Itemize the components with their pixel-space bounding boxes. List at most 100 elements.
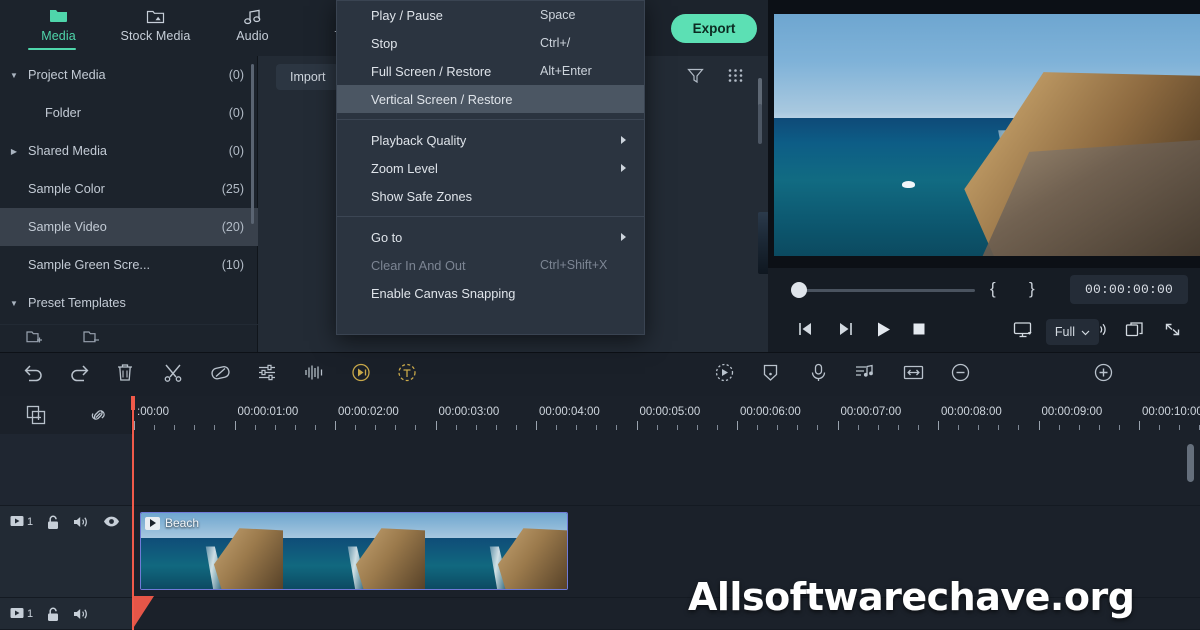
ruler-minor-tick [495,425,497,430]
track-body[interactable] [132,434,1200,505]
undo-button[interactable] [23,363,44,382]
speaker-icon[interactable] [73,607,90,621]
menu-item-enable-canvas-snapping[interactable]: Enable Canvas Snapping [337,279,644,307]
ruler-minor-tick [375,425,377,430]
audio-ai-button[interactable] [351,363,371,382]
menu-item-zoom-level[interactable]: Zoom Level [337,154,644,182]
mark-out-button[interactable]: } [1029,279,1035,299]
ruler-label: :00:00 [137,406,169,418]
sidebar-item-sample-green-screen[interactable]: Sample Green Scre... (10) [0,246,258,284]
prev-frame-button[interactable] [796,321,815,337]
sidebar-item-sample-video[interactable]: Sample Video (20) [0,208,258,246]
menu-item-playback-quality[interactable]: Playback Quality [337,126,644,154]
video-track-icon[interactable]: 1 [10,607,33,620]
play-button[interactable] [875,321,892,338]
color-adjust-button[interactable] [257,363,277,382]
sidebar-item-project-media[interactable]: ▼ Project Media (0) [0,56,258,94]
ruler-minor-tick [475,425,477,430]
timeline-vertical-scrollbar[interactable] [1187,444,1194,482]
filter-icon[interactable] [687,67,704,89]
ruler-minor-tick [214,425,216,430]
menu-item-show-safe-zones[interactable]: Show Safe Zones [337,182,644,210]
empty-track[interactable] [0,434,1200,506]
fit-timeline-button[interactable] [903,363,924,382]
ruler-major-tick [234,421,236,430]
unlock-icon[interactable] [46,607,60,622]
menu-item-label: Zoom Level [371,160,438,176]
add-track-icon[interactable] [26,405,47,430]
ruler-minor-tick [817,425,819,430]
mark-in-button[interactable]: { [990,279,996,299]
ruler-minor-tick [676,425,678,430]
sidebar-item-preset-templates[interactable]: ▼ Preset Templates [0,284,258,322]
split-button[interactable] [163,363,183,382]
text-ai-button[interactable] [397,363,417,382]
ruler-minor-tick [696,425,698,430]
menu-item-full-screen-restore[interactable]: Full Screen / Restore Alt+Enter [337,57,644,85]
voiceover-button[interactable] [810,363,827,382]
export-button[interactable]: Export [670,13,758,43]
audio-waveform-button[interactable] [304,363,324,382]
eye-icon[interactable] [103,515,120,528]
ruler-minor-tick [716,425,718,430]
display-settings-button[interactable] [1013,321,1034,339]
delete-button[interactable] [116,363,134,382]
mask-button[interactable] [210,363,231,382]
auto-beat-sync-button[interactable] [854,363,875,382]
zoom-in-button[interactable] [1093,363,1114,382]
ruler-minor-tick [395,425,397,430]
ruler-minor-tick [556,425,558,430]
marker-button[interactable] [762,363,779,382]
link-icon[interactable] [88,405,109,430]
menu-item-label: Playback Quality [371,132,467,148]
menu-item-stop[interactable]: Stop Ctrl+/ [337,29,644,57]
preview-timecode[interactable]: 00:00:00:00 [1070,275,1188,304]
fullscreen-button[interactable] [1163,321,1182,338]
sidebar-item-count: (20) [221,220,244,234]
sidebar-item-folder[interactable]: Folder (0) [0,94,258,132]
seek-handle[interactable] [791,282,807,298]
grid-view-icon[interactable] [727,67,744,89]
stop-button[interactable] [911,321,927,337]
tab-media-label: Media [41,29,76,43]
playhead[interactable] [131,396,135,630]
menu-item-clear-in-and-out: Clear In And Out Ctrl+Shift+X [337,251,644,279]
timeline-ruler[interactable]: :00:00 00:00:01:00 00:00:02:00 00:00:03:00 0… [132,396,1200,434]
redo-button[interactable] [69,363,90,382]
new-folder-icon[interactable] [26,329,43,349]
ruler-minor-tick [455,425,457,430]
sidebar-item-label: Project Media [28,68,106,82]
zoom-out-button[interactable] [950,363,971,382]
remove-folder-icon[interactable] [83,329,100,349]
ruler-major-tick [938,421,939,430]
timeline-clip-beach[interactable]: Beach [140,512,568,590]
sidebar-item-sample-color[interactable]: Sample Color (25) [0,170,258,208]
ruler-minor-tick [174,425,176,430]
menu-item-play-pause[interactable]: Play / Pause Space [337,1,644,29]
import-button[interactable]: Import [276,64,340,90]
menu-item-vertical-screen-restore[interactable]: Vertical Screen / Restore [337,85,644,113]
seek-track[interactable] [798,289,975,292]
track-header [0,434,132,505]
pop-out-button[interactable] [1125,321,1144,338]
render-preview-button[interactable] [714,363,735,382]
tab-audio[interactable]: Audio [204,0,301,56]
clip-label-group: Beach [145,516,199,530]
video-track-icon[interactable]: 1 [10,515,33,528]
menu-item-go-to[interactable]: Go to [337,223,644,251]
tab-stock-media[interactable]: Stock Media [107,0,204,56]
playback-quality-select[interactable]: Full [1046,319,1099,345]
timeline-header-tools [0,396,132,434]
chevron-right-icon [621,164,626,172]
ruler-minor-tick [656,425,658,430]
sidebar-scrollbar[interactable] [251,64,254,224]
ruler-major-tick [435,421,437,430]
speaker-icon[interactable] [73,515,90,529]
tab-media[interactable]: Media [10,0,107,56]
preview-side-scrollbar[interactable] [758,104,762,144]
sidebar-item-shared-media[interactable]: ▶ Shared Media (0) [0,132,258,170]
next-frame-button[interactable] [836,321,855,337]
ruler-minor-tick [797,425,799,430]
unlock-icon[interactable] [46,515,60,530]
video-editor-window: Media Stock Media Audio Titles [0,0,1200,630]
